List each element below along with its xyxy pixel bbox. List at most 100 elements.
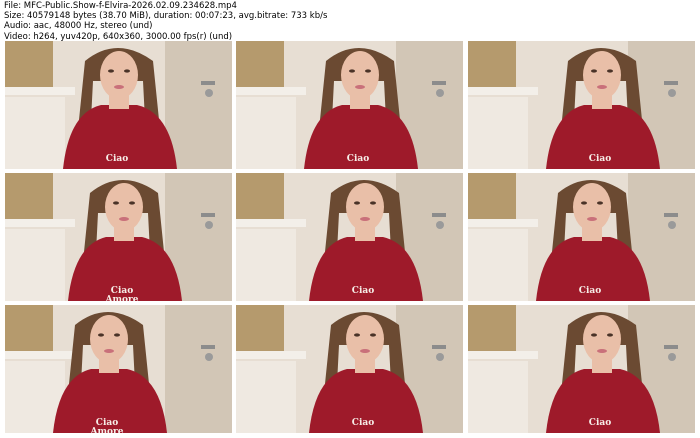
window-sill xyxy=(5,219,75,227)
lips xyxy=(104,349,114,353)
door-lock xyxy=(668,353,676,361)
left-eye xyxy=(113,201,119,205)
face xyxy=(90,315,128,363)
window-sill xyxy=(5,351,75,359)
thumbnail-frame-image: CiaoAmore xyxy=(5,305,232,433)
door-lock xyxy=(205,89,213,97)
thumbnail-frame-image: Ciao xyxy=(468,41,695,169)
shirt-print-text: Ciao xyxy=(589,418,611,428)
video-thumbnail: Ciao xyxy=(236,173,463,301)
left-eye xyxy=(354,201,360,205)
window-sill xyxy=(236,351,306,359)
shirt-print-text: Ciao xyxy=(352,418,374,428)
lips xyxy=(597,349,607,353)
radiator xyxy=(236,229,296,301)
thumbnail-frame-image: Ciao xyxy=(236,41,463,169)
thumbnail-frame-image: Ciao xyxy=(468,173,695,301)
door-lock xyxy=(436,221,444,229)
radiator xyxy=(5,229,65,301)
door-handle xyxy=(664,345,678,349)
right-eye xyxy=(114,333,120,337)
right-eye xyxy=(365,69,371,73)
right-eye xyxy=(607,69,613,73)
radiator xyxy=(5,97,65,169)
door-lock xyxy=(205,221,213,229)
thumbnail-grid: Ciao Ciao Ciao Ciao Amore Ciao Ciao Ciao A… xyxy=(5,41,695,433)
thumbnail-frame-image: Ciao xyxy=(236,305,463,433)
door-handle xyxy=(664,213,678,217)
thumbnail-frame-image: Ciao xyxy=(236,173,463,301)
left-eye xyxy=(349,69,355,73)
radiator xyxy=(236,97,296,169)
right-eye xyxy=(129,201,135,205)
window-blind xyxy=(236,173,284,219)
radiator xyxy=(468,229,528,301)
window-sill xyxy=(5,87,75,95)
window-sill xyxy=(468,219,538,227)
video-thumbnail: Ciao xyxy=(468,173,695,301)
window-blind xyxy=(5,173,53,219)
left-eye xyxy=(354,333,360,337)
face xyxy=(100,51,138,99)
left-eye xyxy=(591,333,597,337)
window-sill xyxy=(236,219,306,227)
door-handle xyxy=(432,213,446,217)
window-sill xyxy=(468,351,538,359)
video-thumbnail: Ciao Amore xyxy=(5,173,232,301)
thumbnail-frame-image: Ciao xyxy=(468,305,695,433)
window-blind xyxy=(236,305,284,351)
lips xyxy=(119,217,129,221)
shirt-print-text: Ciao xyxy=(106,154,128,164)
shirt-print-text: Ciao xyxy=(352,286,374,296)
left-eye xyxy=(108,69,114,73)
face xyxy=(105,183,143,231)
left-eye xyxy=(581,201,587,205)
shirt-print-text: Ciao xyxy=(579,286,601,296)
video-thumbnail: Ciao xyxy=(236,305,463,433)
window-blind xyxy=(5,41,53,87)
thumbnail-frame-image: Ciao xyxy=(5,41,232,169)
door-handle xyxy=(664,81,678,85)
window-sill xyxy=(236,87,306,95)
left-eye xyxy=(591,69,597,73)
right-eye xyxy=(370,201,376,205)
right-eye xyxy=(370,333,376,337)
left-eye xyxy=(98,333,104,337)
right-eye xyxy=(607,333,613,337)
thumbnail-frame-image: CiaoAmore xyxy=(5,173,232,301)
door-lock xyxy=(205,353,213,361)
door-lock xyxy=(436,89,444,97)
window-blind xyxy=(468,173,516,219)
door-handle xyxy=(432,81,446,85)
shirt-print-text: Amore xyxy=(105,295,139,301)
face xyxy=(346,183,384,231)
shirt-print-text: Ciao xyxy=(589,154,611,164)
face xyxy=(583,315,621,363)
shirt-print-text: Ciao xyxy=(347,154,369,164)
radiator xyxy=(236,361,296,433)
lips xyxy=(114,85,124,89)
door-handle xyxy=(432,345,446,349)
door-handle xyxy=(201,345,215,349)
audio-info-line: Audio: aac, 48000 Hz, stereo (und) xyxy=(4,21,153,32)
file-name-line: File: MFC-Public.Show-f-Elvira-2026.02.0… xyxy=(4,1,237,11)
window-sill xyxy=(468,87,538,95)
face xyxy=(583,51,621,99)
face xyxy=(341,51,379,99)
door-lock xyxy=(668,89,676,97)
radiator xyxy=(468,361,528,433)
door xyxy=(165,41,232,169)
right-eye xyxy=(124,69,130,73)
face xyxy=(573,183,611,231)
lips xyxy=(355,85,365,89)
file-size-line: Size: 40579148 bytes (38.70 MiB), durati… xyxy=(4,11,328,22)
door-handle xyxy=(201,81,215,85)
video-thumbnail: Ciao xyxy=(468,305,695,433)
lips xyxy=(597,85,607,89)
shirt-print-text: Amore xyxy=(90,427,124,433)
radiator xyxy=(468,97,528,169)
door-lock xyxy=(668,221,676,229)
door-lock xyxy=(436,353,444,361)
window-blind xyxy=(468,305,516,351)
lips xyxy=(587,217,597,221)
